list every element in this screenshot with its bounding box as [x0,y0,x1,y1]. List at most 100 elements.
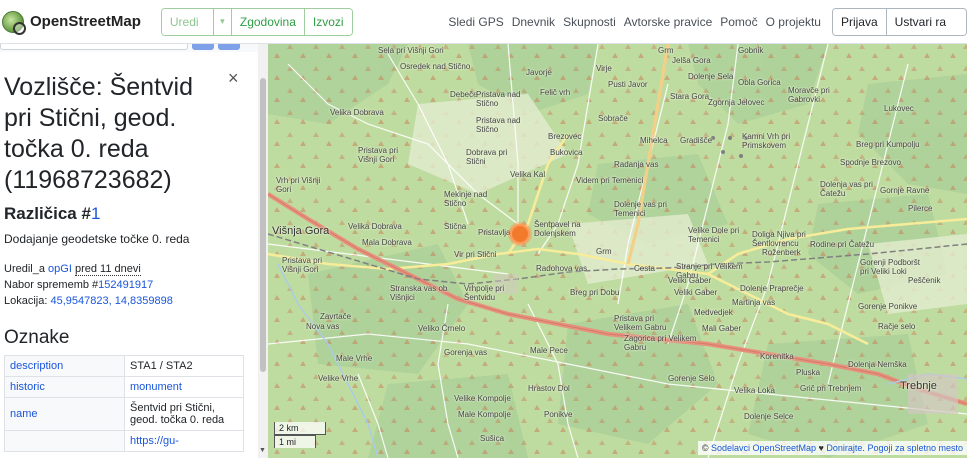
map-label: Velike Dole pri Temenici [688,226,740,244]
attribution-link[interactable]: Sodelavci OpenStreetMap [711,443,816,453]
map-label: Osredek nad Stično [400,62,471,71]
map-label: Stara Gora [670,92,710,101]
map-label: Stranska vas ob Višnjici [390,284,448,302]
map-label: Grm [596,247,612,256]
map-label: Velika Dobrava [348,222,402,231]
search-input[interactable] [0,44,188,50]
map-label: Breg pri Dobu [570,288,620,297]
map-label: Jelša Gora [672,56,711,65]
nav-diaries[interactable]: Dnevnik [512,15,555,29]
map-label: Gorenje Selo [668,374,715,383]
directions-button[interactable] [218,44,240,50]
map-label: Moravče pri Gabrovki [788,86,830,104]
auth-button-group: Prijava Ustvari ra [831,7,967,36]
edit-button-group: Uredi ▾ Zgodovina Izvozi [160,7,353,36]
tag-key[interactable]: description [4,355,125,377]
version-label: Različica # [4,204,91,223]
tags-table: description STA1 / STA2 historic monumen… [4,355,244,452]
scrollbar-thumb[interactable] [260,78,266,372]
changeset-link[interactable]: 152491917 [98,279,153,291]
map-label: Radanja vas [614,160,659,169]
map-label: Vrhpolje pri Šentvidu [464,284,505,302]
map-label: Velika Loka [734,386,775,395]
edit-dropdown-chevron-down-icon[interactable]: ▾ [213,8,232,35]
nav-help[interactable]: Pomoč [720,15,757,29]
map-label: Roženberk [762,248,801,257]
user-link[interactable]: opGI [48,263,72,275]
map[interactable]: Sela pri Višnji Gori Osredek nad Stično … [268,44,967,458]
map-label: Pristava pri Višnji Gori [282,256,323,274]
map-label: Zgornja Jelovec [708,98,765,107]
map-label: Sušica [480,434,505,443]
map-label: Nova vas [306,322,340,331]
search-button[interactable] [192,44,214,50]
map-label: Brezovec [548,132,582,141]
map-label: Male Vrhe [336,354,373,363]
map-label: Mekinje nad Stično [444,190,488,208]
donate-link[interactable]: Donirajte [826,443,862,453]
nav-communities[interactable]: Skupnosti [563,15,616,29]
tag-key[interactable]: name [4,397,125,431]
map-label: Velika Kal [510,170,546,179]
history-button[interactable]: Zgodovina [231,8,305,35]
location-link[interactable]: 45,9547823, 14,8359898 [50,295,172,307]
map-label: Cesta [634,264,655,273]
map-label: Veliko Črnelo [418,324,466,333]
nav-about[interactable]: O projektu [766,15,821,29]
scale-bar: 2 km 1 mi [274,422,326,448]
map-label: Debeče [450,90,478,99]
tag-key[interactable] [4,430,125,452]
scale-km: 2 km [274,422,326,435]
map-label: Dolenja Nemška [848,360,907,369]
map-label: Felič vrh [540,88,571,97]
tag-key[interactable]: historic [4,376,125,398]
map-label: Gorenja vas [444,348,488,357]
tag-value-link[interactable]: https://gu- [130,435,179,447]
map-label: Radohova vas [536,264,588,273]
main-nav: Sledi GPS Dnevnik Skupnosti Avtorske pra… [448,15,829,29]
export-button[interactable]: Izvozi [304,8,352,35]
tag-value-link[interactable]: monument [130,381,182,393]
table-row: https://gu- [4,430,244,452]
terms-link[interactable]: Pogoji za spletno mesto [867,443,963,453]
map-label: Veliki Gaber [674,288,718,297]
map-label: Grič pri Trebnjem [800,384,862,393]
map-label: Mihelca [640,136,668,145]
map-label: Zagorica pri Velikem Gabru [624,334,697,352]
map-label: Gornje Ravne [880,186,930,195]
map-label: Mali Gaber [702,324,742,333]
map-label: Višnja Gora [272,225,330,237]
map-label: Gobnik [738,46,764,55]
edited-prefix: Uredil_a [4,263,49,275]
scroll-down-icon[interactable]: ▼ [259,447,266,454]
map-label: Velike Vrhe [318,374,359,383]
signup-button[interactable]: Ustvari ra [886,8,966,35]
map-label: Gorenji Podboršt pri Veliki Loki [860,258,921,276]
nav-copyright[interactable]: Avtorske pravice [624,15,712,29]
tag-value: Šentvid pri Stični, geod. točka 0. reda [124,397,244,431]
map-label: Gradišče [680,136,713,145]
version-link[interactable]: 1 [91,204,100,223]
node-marker-icon[interactable] [510,224,530,244]
version-heading: Različica #1 [4,204,256,224]
map-canvas [268,44,967,458]
logo[interactable]: OpenStreetMap [2,10,141,35]
heart-icon: ♥ [816,443,827,453]
map-label: Virje [596,64,612,73]
edit-button[interactable]: Uredi [161,8,214,35]
map-label: Peščenik [908,276,941,285]
map-label: Male Kompolje [458,410,511,419]
map-label: Stična [444,222,467,231]
map-label: Dolenje Praprečje [740,284,804,293]
sidebar-scrollbar[interactable]: ▼ [258,44,268,458]
login-button[interactable]: Prijava [832,8,887,35]
tag-value: monument [124,376,244,398]
map-label: Dobrava pri Stični [466,148,508,166]
metadata: Uredil_a opGI pred 11 dnevi Nabor spreme… [4,261,256,309]
nav-gps-traces[interactable]: Sledi GPS [448,15,503,29]
logo-text: OpenStreetMap [30,13,141,30]
map-label: Vrh pri Višnji Gori [276,176,321,194]
map-label: Korenitka [760,352,794,361]
map-label: Dolenje Selce [744,412,794,421]
changeset-comment: Dodajanje geodetske točke 0. reda [4,232,190,246]
